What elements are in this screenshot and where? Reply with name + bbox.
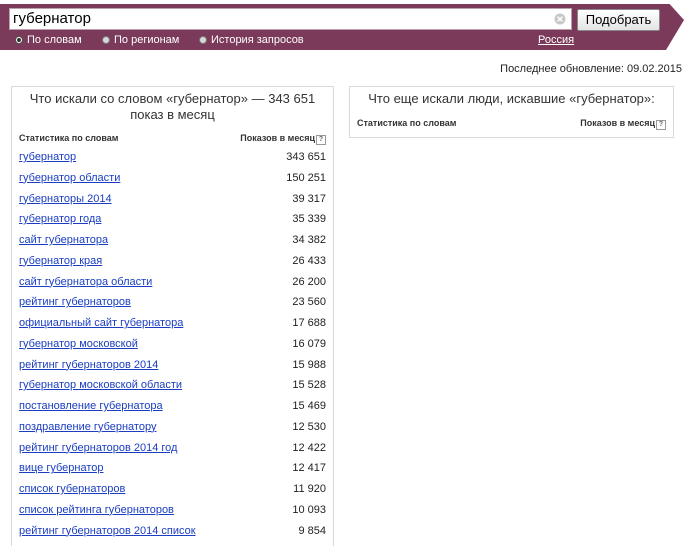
keyword-link[interactable]: губернаторы 2014 xyxy=(19,193,112,205)
panel-title-line2: показ в месяц xyxy=(130,107,215,122)
impressions-count: 17 688 xyxy=(292,317,326,329)
keyword-link[interactable]: рейтинг губернаторов 2014 год xyxy=(19,442,177,454)
search-input[interactable] xyxy=(13,10,543,28)
help-icon[interactable]: ? xyxy=(656,120,666,130)
impressions-count: 15 528 xyxy=(292,379,326,392)
keyword-link[interactable]: сайт губернатора области xyxy=(19,276,152,288)
search-box[interactable] xyxy=(9,8,572,30)
radio-selected-icon[interactable] xyxy=(15,36,23,44)
impressions-count: 12 422 xyxy=(292,441,326,454)
last-update: Последнее обновление: 09.02.2015 xyxy=(500,63,682,75)
tab-by-words[interactable]: По словам xyxy=(15,33,82,47)
radio-icon[interactable] xyxy=(199,36,207,44)
keyword-link[interactable]: рейтинг губернаторов 2014 список xyxy=(19,525,196,537)
table-row: губернатор московской области 15 528 xyxy=(12,379,333,399)
keyword-link[interactable]: губернатор московской xyxy=(19,338,138,350)
keyword-link[interactable]: губернатор года xyxy=(19,213,101,225)
table-row: губернатор московской 16 079 xyxy=(12,338,333,358)
keyword-link[interactable]: губернатор области xyxy=(19,172,120,184)
keyword-link[interactable]: список рейтинга губернаторов xyxy=(19,504,174,516)
impressions-count: 10 093 xyxy=(292,503,326,516)
impressions-count: 16 079 xyxy=(292,337,326,350)
impressions-count: 15 469 xyxy=(292,400,326,412)
table-row: губернатор года 35 339 xyxy=(12,213,333,233)
keyword-link[interactable]: сайт губернатора xyxy=(19,234,108,246)
tab-history[interactable]: История запросов xyxy=(199,33,304,47)
column-header-count: Показов в месяц? xyxy=(580,118,666,130)
keyword-link[interactable]: губернатор московской области xyxy=(19,379,182,391)
keyword-link[interactable]: губернатор xyxy=(19,151,76,163)
tab-by-regions[interactable]: По регионам xyxy=(102,33,179,47)
table-row: рейтинг губернаторов 2014 список 9 854 xyxy=(12,525,333,545)
column-header-count-label: Показов в месяц xyxy=(240,133,315,143)
region-link[interactable]: Россия xyxy=(538,33,574,47)
tab-label: По регионам xyxy=(114,34,180,46)
keyword-link[interactable]: рейтинг губернаторов xyxy=(19,296,131,308)
table-row: сайт губернатора 34 382 xyxy=(12,234,333,254)
keyword-link[interactable]: официальный сайт губернатора xyxy=(19,317,183,329)
table-row: губернатор 343 651 xyxy=(12,151,333,171)
impressions-count: 35 339 xyxy=(292,213,326,226)
keyword-link[interactable]: постановление губернатора xyxy=(19,400,163,412)
impressions-count: 26 433 xyxy=(292,254,326,267)
table-row: официальный сайт губернатора 17 688 xyxy=(12,317,333,337)
keyword-stats-panel: Что искали со словом «губернатор» — 343 … xyxy=(11,86,334,546)
impressions-count: 39 317 xyxy=(292,192,326,205)
table-row: постановление губернатора 15 469 xyxy=(12,400,333,420)
keyword-link[interactable]: список губернаторов xyxy=(19,483,125,495)
search-header: Подобрать По словам По регионам История … xyxy=(0,0,688,50)
related-queries-panel: Что еще искали люди, искавшие «губернато… xyxy=(349,86,674,138)
keyword-link[interactable]: вице губернатор xyxy=(19,462,104,474)
column-header-keyword: Статистика по словам xyxy=(19,133,119,143)
table-row: список рейтинга губернаторов 10 093 xyxy=(12,504,333,524)
impressions-count: 26 200 xyxy=(292,275,326,288)
radio-icon[interactable] xyxy=(102,36,110,44)
table-row: рейтинг губернаторов 23 560 xyxy=(12,296,333,316)
table-row: сайт губернатора области 26 200 xyxy=(12,276,333,296)
impressions-count: 12 530 xyxy=(292,420,326,433)
clear-icon[interactable] xyxy=(554,13,566,25)
impressions-count: 23 560 xyxy=(292,296,326,309)
submit-button[interactable]: Подобрать xyxy=(577,9,660,31)
keyword-link[interactable]: рейтинг губернаторов 2014 xyxy=(19,359,158,371)
table-row: рейтинг губернаторов 2014 15 988 xyxy=(12,359,333,379)
column-header-keyword: Статистика по словам xyxy=(357,118,457,128)
tab-label: История запросов xyxy=(211,34,304,46)
impressions-count: 12 417 xyxy=(292,462,326,475)
impressions-count: 343 651 xyxy=(286,151,326,163)
table-row: губернаторы 2014 39 317 xyxy=(12,193,333,213)
tab-label: По словам xyxy=(27,34,82,46)
column-header-count: Показов в месяц? xyxy=(240,133,326,145)
help-icon[interactable]: ? xyxy=(316,135,326,145)
table-row: список губернаторов 11 920 xyxy=(12,483,333,503)
panel-title-line1: Что искали со словом «губернатор» — 343 … xyxy=(29,91,316,106)
column-header-count-label: Показов в месяц xyxy=(580,118,655,128)
impressions-count: 15 988 xyxy=(292,358,326,371)
impressions-count: 150 251 xyxy=(286,171,326,184)
impressions-count: 34 382 xyxy=(292,234,326,246)
table-row: рейтинг губернаторов 2014 год 12 422 xyxy=(12,442,333,462)
keyword-link[interactable]: поздравление губернатору xyxy=(19,421,156,433)
table-row: вице губернатор 12 417 xyxy=(12,462,333,482)
keyword-link[interactable]: губернатор края xyxy=(19,255,102,267)
table-row: губернатор области 150 251 xyxy=(12,172,333,192)
table-row: губернатор края 26 433 xyxy=(12,255,333,275)
related-panel-title: Что еще искали люди, искавшие «губернато… xyxy=(368,91,655,106)
impressions-count: 11 920 xyxy=(293,483,326,495)
panel-title: Что искали со словом «губернатор» — 343 … xyxy=(12,91,333,123)
table-row: поздравление губернатору 12 530 xyxy=(12,421,333,441)
impressions-count: 9 854 xyxy=(298,524,326,537)
